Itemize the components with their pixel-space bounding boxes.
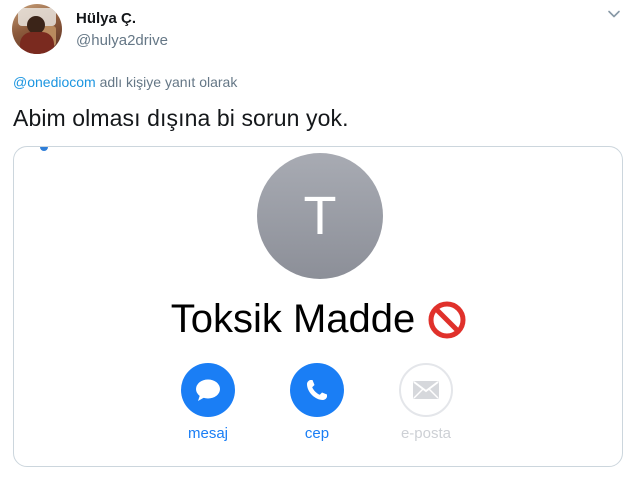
reply-context-text: adlı kişiye yanıt olarak — [99, 74, 238, 90]
action-call-label: cep — [304, 425, 330, 442]
contact-initial: T — [303, 186, 337, 246]
author-avatar[interactable] — [12, 4, 62, 54]
no-entry-sign-icon — [428, 301, 466, 338]
action-message[interactable]: mesaj — [168, 363, 248, 442]
message-bubble-icon — [196, 379, 220, 401]
corner-mark — [40, 147, 48, 151]
author-name[interactable]: Hülya Ç. — [76, 10, 136, 27]
author-handle[interactable]: @hulya2drive — [76, 32, 168, 49]
action-message-label: mesaj — [187, 425, 228, 442]
phone-icon — [307, 380, 327, 400]
action-email: e-posta — [386, 363, 466, 442]
tweet-media-image[interactable]: T Toksik Madde mesaj cep e-posta — [13, 146, 623, 467]
action-call[interactable]: cep — [277, 363, 357, 442]
tweet-text: Abim olması dışına bi sorun yok. — [13, 105, 349, 131]
action-email-label: e-posta — [400, 425, 452, 442]
contact-name: Toksik Madde — [170, 297, 416, 341]
reply-context: @onediocom adlı kişiye yanıt olarak — [13, 74, 237, 90]
contact-avatar: T — [257, 153, 383, 279]
mail-envelope-icon — [413, 381, 439, 399]
contact-name-row: Toksik Madde — [14, 297, 622, 342]
reply-mention-link[interactable]: @onediocom — [13, 74, 96, 90]
tweet: Hülya Ç. @hulya2drive @onediocom adlı ki… — [0, 0, 635, 482]
chevron-down-icon[interactable] — [606, 6, 622, 22]
